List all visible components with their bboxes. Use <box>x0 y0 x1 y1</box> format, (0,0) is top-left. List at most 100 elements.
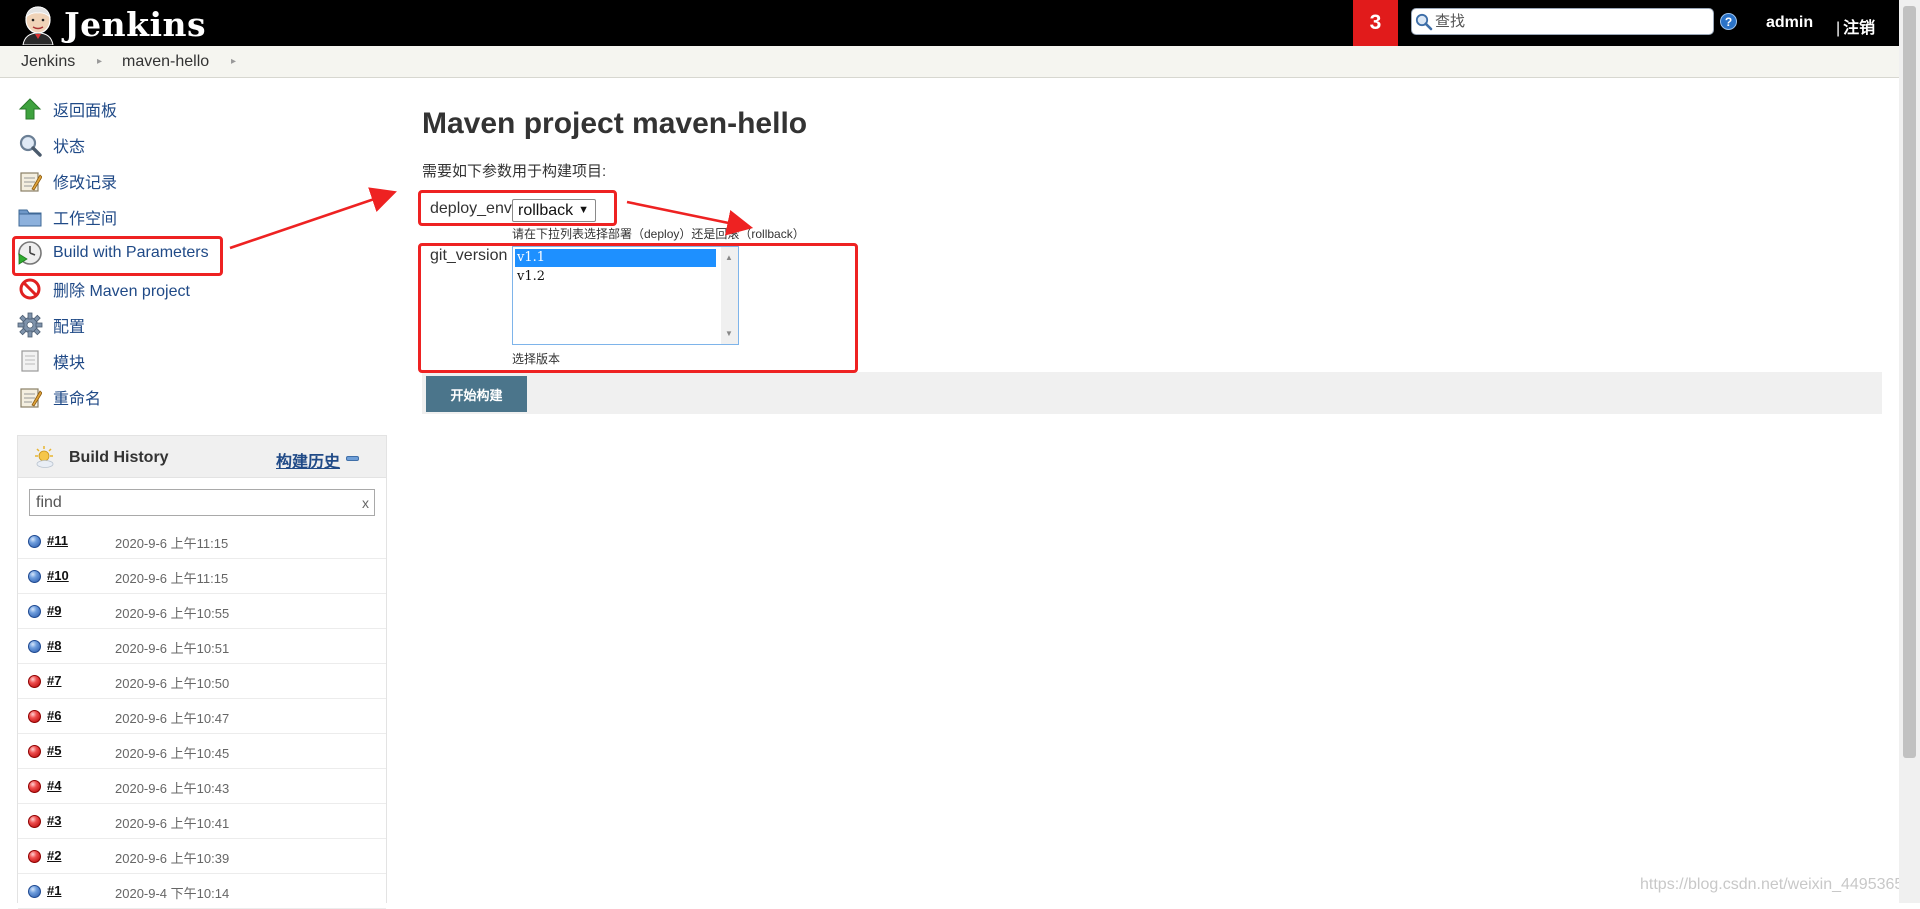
build-failed-icon <box>28 745 41 758</box>
document-icon <box>16 347 44 375</box>
build-date[interactable]: 2020-9-6 上午10:51 <box>115 638 229 657</box>
task-back-to-dashboard[interactable]: 返回面板 <box>16 94 117 124</box>
build-number-link[interactable]: #2 <box>47 848 61 863</box>
page-scrollbar-thumb[interactable] <box>1903 6 1916 758</box>
build-history-row[interactable]: #7 2020-9-6 上午10:50 <box>18 664 386 699</box>
build-number-link[interactable]: #7 <box>47 673 61 688</box>
task-modules[interactable]: 模块 <box>16 346 85 376</box>
collapse-icon[interactable] <box>346 456 359 461</box>
build-date[interactable]: 2020-9-6 上午11:15 <box>115 533 228 552</box>
annotation-box <box>12 236 223 276</box>
breadcrumb-separator-icon[interactable]: ▸ <box>97 56 102 67</box>
build-date[interactable]: 2020-9-6 上午10:50 <box>115 673 229 692</box>
build-number-link[interactable]: #4 <box>47 778 61 793</box>
task-label: 修改记录 <box>53 175 118 192</box>
build-number-link[interactable]: #9 <box>47 603 61 618</box>
build-history-trend-link[interactable]: 构建历史 <box>276 448 340 472</box>
search-input[interactable] <box>1435 11 1705 32</box>
clear-filter-icon[interactable]: x <box>362 495 369 511</box>
breadcrumb-separator-icon[interactable]: ▸ <box>231 56 236 67</box>
task-changes[interactable]: 修改记录 <box>16 166 117 196</box>
notification-badge[interactable]: 3 <box>1353 0 1398 46</box>
search-box[interactable] <box>1411 8 1714 35</box>
build-number-link[interactable]: #6 <box>47 708 61 723</box>
build-history-filter[interactable]: x <box>29 489 375 516</box>
annotation-arrow <box>626 200 754 236</box>
build-history-row[interactable]: #11 2020-9-6 上午11:15 <box>18 524 386 559</box>
page-title: Maven project maven-hello <box>422 107 808 140</box>
build-history-row[interactable]: #3 2020-9-6 上午10:41 <box>18 804 386 839</box>
breadcrumb-maven-hello[interactable]: maven-hello <box>122 53 209 71</box>
build-date[interactable]: 2020-9-4 下午10:14 <box>115 883 229 902</box>
build-date[interactable]: 2020-9-6 上午10:45 <box>115 743 229 762</box>
gear-icon <box>16 311 44 339</box>
build-date[interactable]: 2020-9-6 上午10:55 <box>115 603 229 622</box>
build-date[interactable]: 2020-9-6 上午10:43 <box>115 778 229 797</box>
build-number-link[interactable]: #11 <box>47 533 68 548</box>
build-date[interactable]: 2020-9-6 上午10:41 <box>115 813 229 832</box>
breadcrumb-jenkins[interactable]: Jenkins <box>21 53 75 71</box>
build-history-row[interactable]: #5 2020-9-6 上午10:45 <box>18 734 386 769</box>
build-success-icon <box>28 570 41 583</box>
build-date[interactable]: 2020-9-6 上午10:47 <box>115 708 229 727</box>
task-label: 删除 Maven project <box>53 283 190 300</box>
task-label: 重命名 <box>53 391 102 408</box>
build-history-row[interactable]: #1 2020-9-4 下午10:14 <box>18 874 386 909</box>
task-delete-project[interactable]: 删除 Maven project <box>16 274 190 304</box>
build-history-row[interactable]: #4 2020-9-6 上午10:43 <box>18 769 386 804</box>
help-icon[interactable]: ? <box>1720 13 1737 30</box>
user-link[interactable]: admin <box>1766 14 1813 32</box>
jenkins-butler-icon <box>22 6 54 45</box>
task-label: 配置 <box>53 319 86 336</box>
search-icon <box>1415 13 1433 31</box>
build-success-icon <box>28 640 41 653</box>
build-history-panel: Build History 构建历史 x #11 2020-9-6 上午11:15… <box>17 435 387 909</box>
deploy-env-description: 请在下拉列表选择部署（deploy）还是回滚（rollback） <box>512 227 805 241</box>
build-success-icon <box>28 535 41 548</box>
annotation-arrow <box>229 187 397 250</box>
task-label: 工作空间 <box>53 211 118 228</box>
build-number-link[interactable]: #10 <box>47 568 69 583</box>
build-history-row[interactable]: #2 2020-9-6 上午10:39 <box>18 839 386 874</box>
build-history-row[interactable]: #6 2020-9-6 上午10:47 <box>18 699 386 734</box>
jenkins-logo[interactable]: Jenkins <box>18 2 206 46</box>
build-failed-icon <box>28 675 41 688</box>
task-label: 状态 <box>53 139 86 156</box>
build-history-row[interactable]: #10 2020-9-6 上午11:15 <box>18 559 386 594</box>
build-success-icon <box>28 885 41 898</box>
notepad-pencil-icon <box>16 383 44 411</box>
no-entry-icon <box>16 275 44 303</box>
up-arrow-icon <box>16 95 44 123</box>
task-label: 返回面板 <box>53 103 118 120</box>
page-scrollbar[interactable] <box>1899 0 1920 903</box>
build-history-header: Build History 构建历史 <box>18 436 386 478</box>
parameters-intro: 需要如下参数用于构建项目: <box>422 163 607 180</box>
separator: | <box>1836 20 1841 37</box>
weather-sunny-icon <box>35 446 54 468</box>
magnifier-icon <box>16 131 44 159</box>
folder-icon <box>16 203 44 231</box>
task-rename[interactable]: 重命名 <box>16 382 101 412</box>
breadcrumb: Jenkins ▸ maven-hello ▸ <box>0 46 1899 78</box>
build-date[interactable]: 2020-9-6 上午11:15 <box>115 568 228 587</box>
build-number-link[interactable]: #8 <box>47 638 61 653</box>
task-configure[interactable]: 配置 <box>16 310 85 340</box>
task-label: 模块 <box>53 355 86 372</box>
watermark: https://blog.csdn.net/weixin_44953658 <box>1640 876 1913 893</box>
logout-link[interactable]: | 注销 <box>1836 14 1875 38</box>
jenkins-brand: Jenkins <box>64 4 207 44</box>
task-status[interactable]: 状态 <box>16 130 85 160</box>
build-number-link[interactable]: #1 <box>47 883 61 898</box>
build-history-row[interactable]: #9 2020-9-6 上午10:55 <box>18 594 386 629</box>
build-date[interactable]: 2020-9-6 上午10:39 <box>115 848 229 867</box>
build-failed-icon <box>28 815 41 828</box>
build-filter-input[interactable] <box>36 493 336 512</box>
build-number-link[interactable]: #5 <box>47 743 61 758</box>
task-workspace[interactable]: 工作空间 <box>16 202 117 232</box>
build-number-link[interactable]: #3 <box>47 813 61 828</box>
start-build-button[interactable]: 开始构建 <box>426 376 527 412</box>
build-history-row[interactable]: #8 2020-9-6 上午10:51 <box>18 629 386 664</box>
build-failed-icon <box>28 710 41 723</box>
form-button-bar <box>422 372 1882 414</box>
logout-label: 注销 <box>1843 20 1876 37</box>
